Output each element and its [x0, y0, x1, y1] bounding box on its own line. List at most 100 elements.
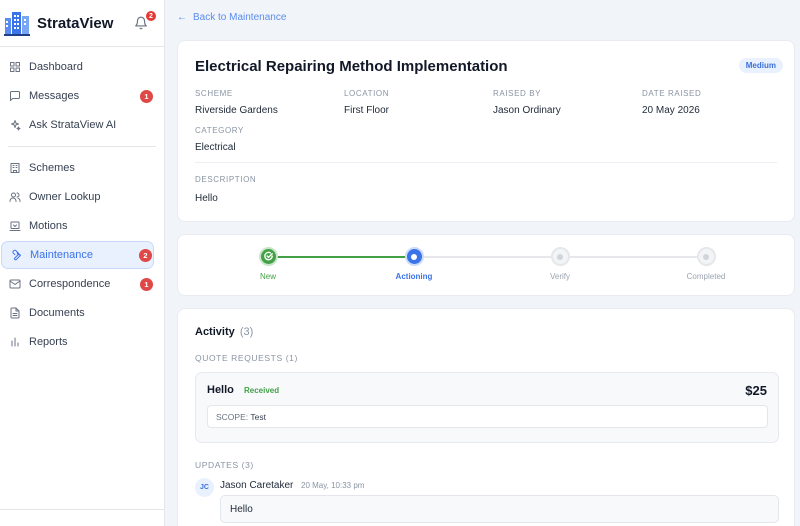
main-content: ← Back to Maintenance Electrical Repairi…: [165, 0, 800, 526]
maintenance-details-card: Electrical Repairing Method Implementati…: [177, 40, 795, 222]
location-value: First Floor: [344, 105, 389, 116]
updates-label: UPDATES (3): [195, 460, 254, 470]
step-label: Completed: [686, 272, 726, 281]
step-indicator: [550, 247, 570, 266]
priority-badge: Medium: [738, 58, 783, 73]
sidebar-item-schemes[interactable]: Schemes: [1, 154, 154, 182]
sidebar-item-owner-lookup[interactable]: Owner Lookup: [1, 183, 154, 211]
category-value: Electrical: [195, 142, 236, 153]
notifications-button[interactable]: 2: [134, 11, 156, 32]
step-label: New: [259, 272, 276, 281]
step-indicator: [258, 247, 278, 266]
step-label: Actioning: [395, 272, 433, 281]
sidebar-item-label: Correspondence: [29, 278, 111, 290]
activity-heading: Activity (3): [195, 326, 253, 338]
update-message: Hello: [220, 495, 779, 523]
sidebar-item-motions[interactable]: Motions: [1, 212, 154, 240]
date-raised-value: 20 May 2026: [642, 105, 700, 116]
details-divider: [195, 162, 777, 163]
back-link-label: Back to Maintenance: [193, 12, 287, 23]
nav-count-badge: 1: [140, 277, 153, 291]
nav-divider: [8, 146, 156, 147]
pending-step-dot: [703, 253, 709, 260]
grid-icon: [9, 61, 21, 73]
raised-by-field: RAISED BY Jason Ordinary: [493, 89, 561, 116]
arrow-left-icon: ←: [177, 12, 187, 23]
chat-icon: [9, 90, 21, 102]
description-value: Hello: [195, 193, 218, 204]
sidebar-item-dashboard[interactable]: Dashboard: [1, 53, 154, 81]
sidebar-item-label: Documents: [29, 307, 85, 319]
quote-request-item[interactable]: Hello Received $25 SCOPE: Test: [195, 372, 779, 443]
sidebar-item-label: Dashboard: [29, 61, 83, 73]
step-actioning: Actioning: [374, 247, 454, 281]
pending-step-dot: [557, 253, 563, 260]
update-timestamp: 20 May, 10:33 pm: [301, 481, 365, 490]
quote-amount: $25: [745, 383, 767, 398]
sidebar-item-label: Motions: [29, 220, 68, 232]
wrench-icon: [10, 249, 22, 261]
sidebar-item-label: Ask StrataView AI: [29, 119, 117, 131]
step-new: New: [228, 247, 308, 281]
sparkle-icon: [9, 119, 21, 131]
sidebar-item-messages[interactable]: Messages 1: [1, 82, 154, 110]
sidebar-item-documents[interactable]: Documents: [1, 299, 154, 327]
sidebar-item-label: Maintenance: [30, 249, 93, 261]
step-indicator: [696, 247, 716, 266]
users-icon: [9, 191, 21, 203]
activity-count: (3): [239, 326, 254, 338]
update-author: Jason Caretaker: [220, 480, 294, 491]
page-title: Electrical Repairing Method Implementati…: [195, 58, 508, 75]
sidebar-item-label: Reports: [29, 336, 68, 348]
sidebar: StrataView 2 Dashboard Messages 1 Ask Strat…: [0, 0, 165, 526]
date-raised-label: DATE RAISED: [642, 89, 702, 98]
sidebar-footer: [0, 509, 164, 526]
activity-card: Activity (3) QUOTE REQUESTS (1) Hello Re…: [177, 308, 795, 526]
nav-group: Dashboard Messages 1 Ask StrataView AI: [0, 50, 164, 142]
document-icon: [9, 307, 21, 319]
step-verify: Verify: [520, 247, 600, 281]
check-circle-icon: [263, 251, 273, 261]
description-label: DESCRIPTION: [195, 175, 257, 184]
sidebar-item-reports[interactable]: Reports: [1, 328, 154, 356]
building-icon: [9, 162, 21, 174]
nav-count-badge: 2: [139, 248, 152, 262]
scope-value: Test: [250, 412, 266, 422]
sidebar-item-label: Owner Lookup: [29, 191, 101, 203]
description-field: DESCRIPTION Hello: [195, 175, 256, 204]
step-completed: Completed: [666, 247, 746, 281]
strataview-logo-icon: [4, 12, 30, 36]
sidebar-item-label: Schemes: [29, 162, 75, 174]
scheme-label: SCHEME: [195, 89, 233, 98]
scope-label: SCOPE:: [216, 412, 249, 422]
sidebar-item-maintenance[interactable]: Maintenance 2: [1, 241, 154, 269]
step-indicator: [404, 247, 424, 266]
date-raised-field: DATE RAISED 20 May 2026: [642, 89, 701, 116]
nav-group: Schemes Owner Lookup Motions Maintenance 2 Co…: [0, 151, 164, 359]
brand-header: StrataView 2: [0, 0, 164, 47]
location-field: LOCATION First Floor: [344, 89, 389, 116]
raised-by-value: Jason Ordinary: [493, 105, 561, 116]
scheme-value: Riverside Gardens: [195, 105, 278, 116]
quote-requests-label: QUOTE REQUESTS (1): [195, 353, 298, 363]
sidebar-item-label: Messages: [29, 90, 80, 102]
activity-title: Activity: [195, 326, 235, 338]
sidebar-nav: Dashboard Messages 1 Ask StrataView AI Schem…: [0, 47, 164, 359]
app-name: StrataView: [37, 14, 114, 32]
current-step-dot: [411, 253, 417, 260]
nav-count-badge: 1: [140, 89, 153, 103]
bar-chart-icon: [9, 336, 21, 348]
avatar: JC: [195, 478, 214, 497]
mail-icon: [9, 278, 21, 290]
scheme-field: SCHEME Riverside Gardens: [195, 89, 278, 116]
quote-title: Hello: [207, 384, 234, 396]
back-to-maintenance-link[interactable]: ← Back to Maintenance: [177, 12, 286, 23]
sidebar-item-correspondence[interactable]: Correspondence 1: [1, 270, 154, 298]
notification-count-badge: 2: [146, 11, 156, 21]
quote-scope: SCOPE: Test: [207, 405, 768, 428]
sidebar-item-ask-strataview-ai[interactable]: Ask StrataView AI: [1, 111, 154, 139]
quote-status-badge: Received: [244, 386, 280, 395]
category-field: CATEGORY Electrical: [195, 126, 244, 153]
step-label: Verify: [549, 272, 570, 281]
location-label: LOCATION: [344, 89, 390, 98]
